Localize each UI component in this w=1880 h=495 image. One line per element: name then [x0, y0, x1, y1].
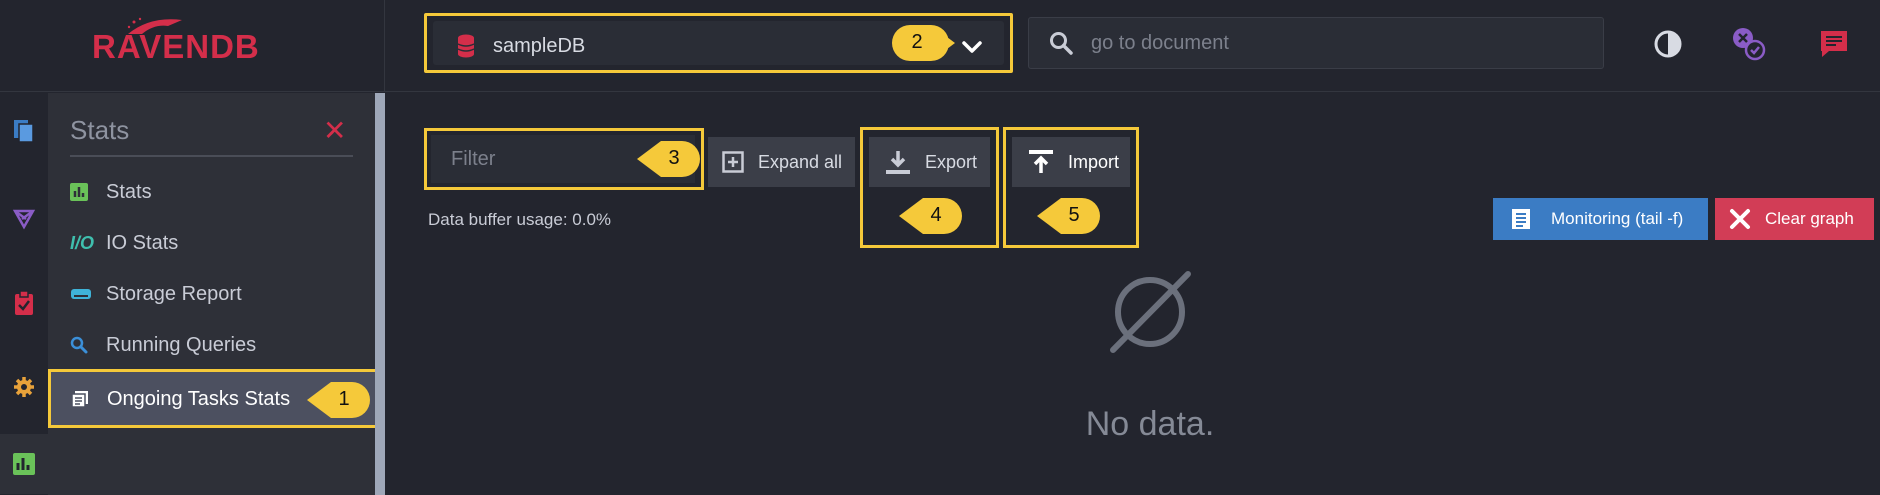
expand-all-button[interactable]: Expand all: [708, 137, 855, 187]
database-icon: [457, 34, 475, 58]
panel-divider: [70, 155, 353, 157]
panel-title: Stats: [70, 115, 130, 145]
storage-icon: [70, 287, 106, 301]
expand-icon: [722, 151, 744, 173]
import-label: Import: [1068, 151, 1120, 172]
menu-item-label: Storage Report: [106, 282, 242, 305]
theme-toggle-icon[interactable]: [1653, 29, 1683, 59]
io-icon: I/O: [70, 232, 95, 253]
rail-stats[interactable]: [0, 434, 48, 494]
logo-area[interactable]: RAVENDB: [0, 0, 385, 92]
import-highlight: Import 5: [1003, 127, 1139, 248]
top-bar: RAVENDB sampleDB 2: [0, 0, 1880, 92]
clear-graph-label: Clear graph: [1765, 209, 1854, 228]
close-icon: [1730, 209, 1750, 229]
chevron-down-icon[interactable]: [958, 33, 986, 61]
panel-scrollbar[interactable]: [375, 93, 385, 495]
menu-item-storage-report[interactable]: Storage Report: [70, 274, 370, 314]
no-data-message: No data.: [1085, 405, 1215, 443]
menu-item-running-queries[interactable]: Running Queries: [70, 325, 370, 365]
export-button[interactable]: Export: [869, 137, 990, 187]
notifications-icon[interactable]: [1818, 28, 1850, 60]
menu-item-io-stats[interactable]: I/O IO Stats: [70, 223, 370, 263]
database-selector[interactable]: sampleDB 2: [424, 13, 1013, 73]
cluster-status-icon[interactable]: [1730, 25, 1768, 63]
filter-highlight: 3: [424, 128, 704, 190]
monitoring-label: Monitoring (tail -f): [1551, 209, 1684, 228]
left-navigation-rail: [0, 93, 48, 495]
expand-all-label: Expand all: [758, 151, 843, 172]
upload-icon: [1029, 150, 1053, 173]
callout-3: 3: [635, 140, 700, 177]
callout-4: 4: [897, 197, 962, 234]
menu-item-stats[interactable]: Stats: [70, 172, 370, 212]
import-button[interactable]: Import: [1012, 137, 1130, 187]
tasks-icon: [71, 390, 107, 408]
search-input[interactable]: [1091, 18, 1571, 68]
menu-item-label: Stats: [106, 180, 152, 203]
monitoring-button[interactable]: Monitoring (tail -f): [1493, 198, 1708, 240]
download-icon: [886, 151, 910, 174]
gear-icon: [14, 377, 34, 397]
menu-item-label: IO Stats: [106, 231, 179, 254]
callout-2: 2: [891, 24, 955, 61]
document-icon: [1512, 209, 1530, 229]
empty-set-icon: [1110, 271, 1191, 353]
callout-5: 5: [1035, 197, 1100, 234]
database-name: sampleDB: [493, 35, 586, 57]
rail-indexes[interactable]: [0, 188, 48, 248]
go-to-document-search[interactable]: [1028, 17, 1604, 69]
logo-text: RAVENDB: [92, 28, 260, 65]
close-icon[interactable]: ✕: [323, 117, 346, 145]
rail-documents[interactable]: [0, 101, 48, 161]
menu-item-ongoing-tasks-stats[interactable]: Ongoing Tasks Stats 1: [48, 369, 378, 428]
search-icon: [1050, 32, 1073, 55]
data-buffer-usage: Data buffer usage: 0.0%: [428, 210, 612, 229]
clipboard-icon: [15, 290, 33, 315]
bar-chart-icon: [70, 183, 106, 201]
stats-panel: Stats ✕ Stats I/O IO Stats Storage Repor…: [48, 93, 378, 495]
rail-tasks[interactable]: [0, 273, 48, 333]
callout-1: 1: [305, 381, 370, 418]
menu-item-label: Ongoing Tasks Stats: [107, 387, 291, 410]
stats-icon: [13, 453, 35, 475]
documents-icon: [14, 120, 34, 143]
indexes-icon: [12, 209, 36, 230]
rail-settings[interactable]: [0, 357, 48, 417]
clear-graph-button[interactable]: Clear graph: [1715, 198, 1874, 240]
query-icon: [70, 336, 106, 354]
export-label: Export: [925, 151, 978, 172]
export-highlight: Export 4: [860, 127, 999, 248]
menu-item-label: Running Queries: [106, 333, 257, 356]
